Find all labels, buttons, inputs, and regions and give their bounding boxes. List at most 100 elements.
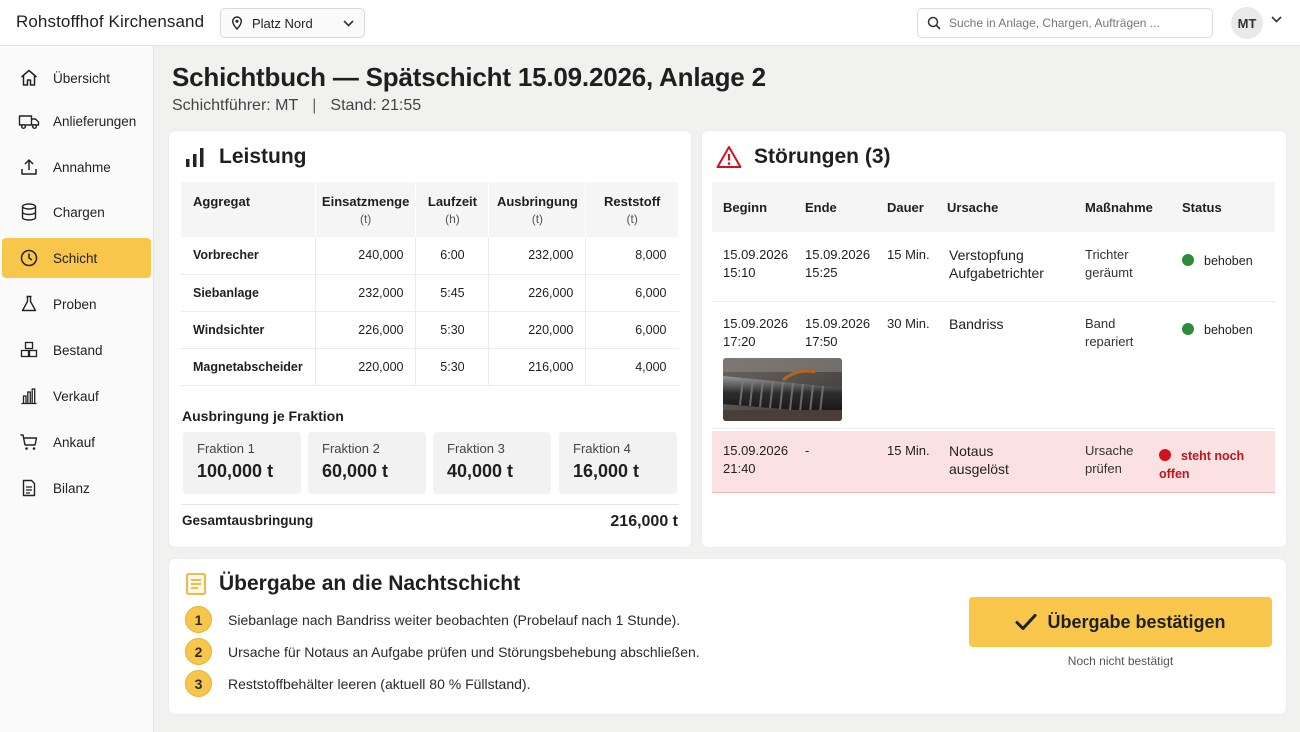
sidebar-item-annahme[interactable]: Annahme — [2, 147, 151, 187]
fraction-label: Fraktion 4 — [573, 441, 631, 456]
performance-header: Leistung — [183, 145, 307, 169]
cell-beginn: 15.09.2026 17:20 — [723, 315, 788, 351]
incident-photo-thumbnail[interactable] — [723, 358, 842, 421]
status-dot-ok — [1182, 254, 1194, 266]
fraction-label: Fraktion 3 — [447, 441, 505, 456]
date: 15.09.2026 — [805, 247, 871, 262]
sidebar-item-ankauf[interactable]: Ankauf — [2, 422, 151, 462]
cause-line: Aufgabetrichter — [949, 265, 1044, 281]
item-text: Ursache für Notaus an Aufgabe prüfen und… — [228, 643, 700, 660]
incident-row[interactable]: 15.09.2026 17:20 15.09.2026 17:50 30 Min. … — [712, 302, 1275, 429]
search-icon — [927, 16, 941, 30]
incident-row-open[interactable]: 15.09.2026 21:40 - 15 Min. Notaus ausgelös… — [712, 431, 1275, 493]
status-text: behoben — [1204, 254, 1253, 268]
column-label: Aggregat — [193, 194, 251, 209]
cell-laufzeit: 5:30 — [415, 311, 490, 349]
cell-dauer: 30 Min. — [887, 316, 930, 331]
column-header: Maßnahme — [1085, 200, 1153, 215]
sidebar-item-uebersicht[interactable]: Übersicht — [2, 58, 151, 98]
site-select[interactable]: Platz Nord — [220, 8, 365, 38]
cell-ursache: Bandriss — [949, 315, 1003, 333]
sidebar-item-label: Annahme — [53, 159, 111, 175]
cell-reststoff: 6,000 — [585, 311, 679, 349]
cell-einsatz: 220,000 — [315, 348, 417, 386]
sidebar-item-label: Verkauf — [53, 388, 99, 404]
confirm-handover-button[interactable]: Übergabe bestätigen — [969, 597, 1272, 647]
column-header: Reststoff (t) — [585, 182, 679, 237]
cell-einsatz: 226,000 — [315, 311, 417, 349]
item-number: 2 — [185, 638, 212, 665]
time: 15:10 — [723, 265, 756, 280]
cell-ursache: Notaus ausgelöst — [949, 442, 1009, 478]
cell-reststoff: 6,000 — [585, 274, 679, 312]
item-text: Siebanlage nach Bandriss weiter beobacht… — [228, 611, 681, 628]
sidebar-item-proben[interactable]: Proben — [2, 284, 151, 324]
user-menu-chevron-icon[interactable] — [1271, 16, 1282, 23]
item-number: 1 — [185, 606, 212, 633]
table-header-row: Aggregat Einsatzmenge (t) Laufzeit (h) Aus… — [181, 182, 679, 237]
column-header: Ende — [805, 200, 837, 215]
sidebar-item-label: Bilanz — [53, 480, 90, 496]
cell-massnahme: Band repariert — [1085, 315, 1133, 351]
sidebar-item-bestand[interactable]: Bestand — [2, 330, 151, 370]
performance-card: Leistung Aggregat Einsatzmenge (t) Laufze… — [169, 131, 691, 547]
sidebar-item-bilanz[interactable]: Bilanz — [2, 468, 151, 508]
handover-header: Übergabe an die Nachtschicht — [185, 572, 520, 596]
cart-icon — [18, 431, 40, 453]
column-header: Aggregat — [181, 182, 316, 237]
action-line: Band — [1085, 316, 1116, 331]
notes-icon — [185, 572, 207, 596]
cell-massnahme: Ursache prüfen — [1085, 442, 1133, 478]
column-label: Ausbringung — [496, 193, 578, 209]
page-title: Schichtbuch — Spätschicht 15.09.2026, An… — [172, 62, 766, 92]
action-line: Trichter — [1085, 247, 1129, 262]
cell-aggregat: Magnetabscheider — [181, 348, 316, 386]
column-label: Laufzeit — [427, 193, 477, 209]
user-avatar[interactable]: MT — [1231, 7, 1263, 39]
search-input[interactable] — [949, 16, 1199, 30]
time: 17:20 — [723, 334, 756, 349]
flask-icon — [18, 293, 40, 315]
total-label: Gesamtausbringung — [182, 513, 314, 528]
fraction-label: Fraktion 1 — [197, 441, 255, 456]
sidebar-item-anlieferungen[interactable]: Anlieferungen — [2, 101, 151, 141]
handover-item: 3 Reststoffbehälter leeren (aktuell 80 %… — [185, 670, 530, 697]
fraction-value: 100,000 t — [197, 461, 274, 481]
checkmark-icon — [1015, 613, 1037, 631]
sidebar-item-label: Ankauf — [53, 434, 96, 450]
cell-ausbringung: 216,000 — [488, 348, 587, 386]
database-icon — [18, 201, 40, 223]
sidebar-item-label: Anlieferungen — [53, 113, 137, 129]
sidebar-item-chargen[interactable]: Chargen — [2, 192, 151, 232]
time: 17:50 — [805, 334, 838, 349]
subtitle-separator: | — [312, 97, 317, 114]
column-unit: (t) — [359, 211, 372, 226]
item-text: Reststoffbehälter leeren (aktuell 80 % F… — [228, 675, 531, 692]
bar-chart-icon — [183, 145, 207, 169]
sidebar-item-verkauf[interactable]: Verkauf — [2, 376, 151, 416]
table-row: Windsichter 226,000 5:30 220,000 6,000 — [181, 311, 679, 349]
date: 15.09.2026 — [723, 443, 789, 458]
cell-laufzeit: 5:45 — [415, 274, 490, 312]
confirm-status-note: Noch nicht bestätigt — [1067, 654, 1174, 668]
performance-title: Leistung — [219, 145, 307, 168]
time: 21:40 — [723, 461, 756, 476]
cell-massnahme: Trichter geräumt — [1085, 246, 1133, 282]
cell-einsatz: 240,000 — [315, 237, 417, 275]
action-line: Ursache — [1085, 443, 1134, 458]
table-row: Magnetabscheider 220,000 5:30 216,000 4,… — [181, 348, 679, 386]
sidebar-item-schicht[interactable]: Schicht — [2, 238, 151, 278]
bar-chart-icon — [18, 385, 40, 407]
column-header: Beginn — [723, 200, 768, 215]
incidents-card: Störungen (3) Beginn Ende Dauer Ursache … — [702, 131, 1286, 547]
cell-dauer: 15 Min. — [887, 247, 930, 262]
column-label: Einsatzmenge — [321, 193, 410, 209]
column-unit: (t) — [626, 211, 638, 226]
column-header: Ursache — [947, 200, 999, 215]
warning-icon — [716, 145, 742, 169]
upload-icon — [18, 156, 40, 178]
fraction-value: 40,000 t — [447, 461, 514, 481]
cause-line: Verstopfung — [949, 247, 1024, 263]
incident-row[interactable]: 15.09.2026 15:10 15.09.2026 15:25 15 Min. … — [712, 232, 1275, 302]
cell-ausbringung: 226,000 — [488, 274, 587, 312]
